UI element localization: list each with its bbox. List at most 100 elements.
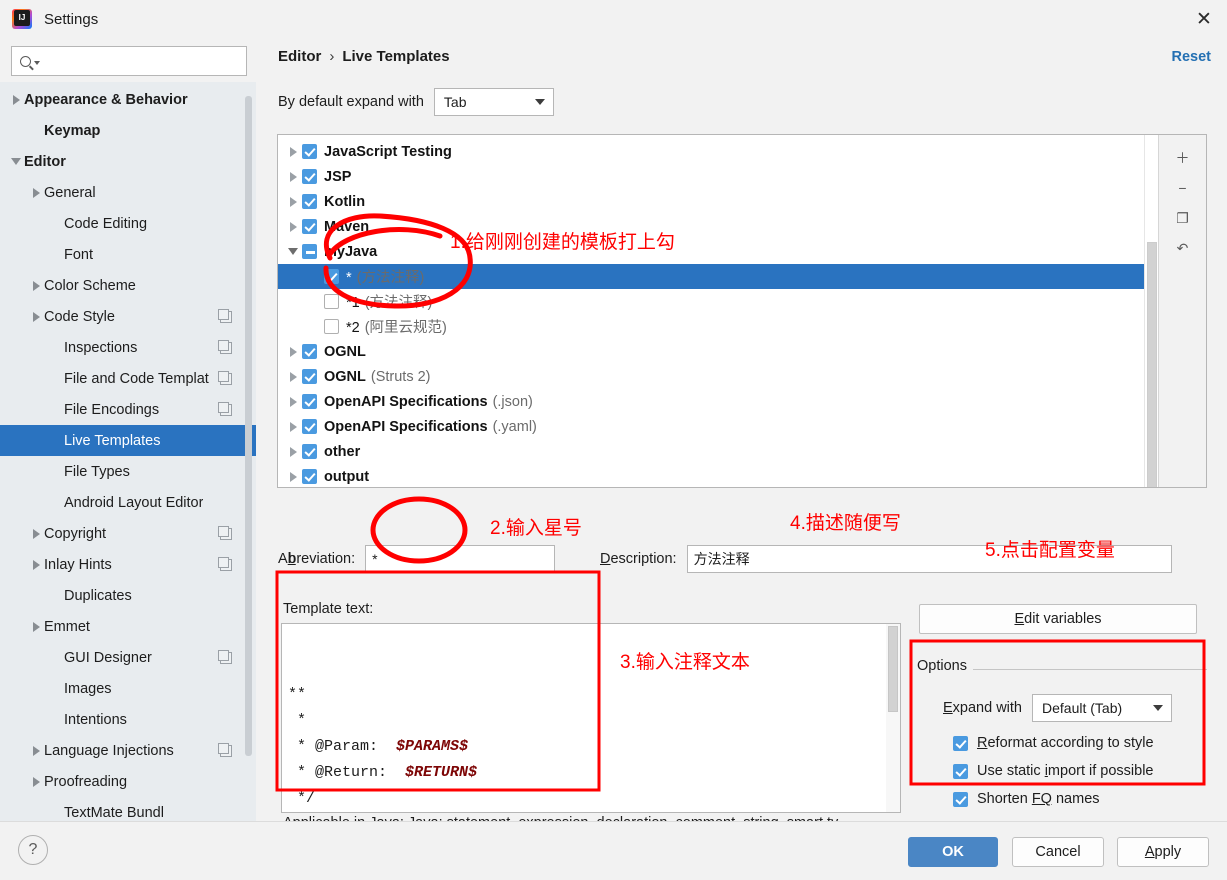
reset-link[interactable]: Reset [1172,49,1212,65]
template-checkbox[interactable] [302,244,317,259]
apply-button[interactable]: Apply [1117,837,1209,867]
sidebar-tree[interactable]: Appearance & Behavior Keymap Editor General… [0,84,256,821]
sidebar-scrollbar[interactable] [245,96,252,756]
sidebar-item-language-injections[interactable]: Language Injections [0,735,256,766]
template-tree-row[interactable]: *2 (阿里云规范) [278,314,1158,339]
templates-scrollbar-thumb[interactable] [1147,242,1157,487]
sidebar-item-file-and-code-templat[interactable]: File and Code Templat [0,363,256,394]
sidebar-item-font[interactable]: Font [0,239,256,270]
chevron-right-icon[interactable] [28,745,44,756]
chevron-right-icon[interactable] [28,621,44,632]
template-checkbox[interactable] [302,469,317,484]
chevron-right-icon[interactable] [284,146,302,157]
template-checkbox[interactable] [324,319,339,334]
close-icon[interactable]: ✕ [1181,0,1227,38]
chevron-right-icon[interactable] [284,346,302,357]
sidebar-item-appearance-behavior[interactable]: Appearance & Behavior [0,84,256,115]
template-checkbox[interactable] [302,419,317,434]
abbreviation-input[interactable]: * [365,545,556,573]
sidebar-item-gui-designer[interactable]: GUI Designer [0,642,256,673]
option-checkbox-row[interactable]: Shorten FQ names [953,791,1100,807]
description-input[interactable]: 方法注释 [686,545,1172,573]
chevron-right-icon[interactable] [8,94,24,105]
template-text-editor[interactable]: ** * * @Param: $PARAMS$ * @Return: $RETU… [281,623,901,813]
sidebar-item-general[interactable]: General [0,177,256,208]
sidebar-item-android-layout-editor[interactable]: Android Layout Editor [0,487,256,518]
sidebar-item-textmate-bundl[interactable]: TextMate Bundl [0,797,256,821]
sidebar-item-file-encodings[interactable]: File Encodings [0,394,256,425]
template-tree-row[interactable]: OpenAPI Specifications (.json) [278,389,1158,414]
chevron-right-icon[interactable] [284,421,302,432]
templates-scrollbar-track[interactable] [1144,135,1158,487]
chevron-right-icon[interactable] [28,311,44,322]
template-tree-row[interactable]: output [278,464,1158,487]
expand-with-select[interactable]: Default (Tab) [1032,694,1172,722]
template-checkbox[interactable] [302,144,317,159]
template-tree-row[interactable]: OGNL (Struts 2) [278,364,1158,389]
template-checkbox[interactable] [324,294,339,309]
sidebar-item-keymap[interactable]: Keymap [0,115,256,146]
template-text-scrollbar-thumb[interactable] [888,626,898,712]
chevron-down-icon[interactable] [8,158,24,165]
sidebar-item-live-templates[interactable]: Live Templates [0,425,256,456]
template-checkbox[interactable] [302,344,317,359]
help-icon[interactable]: ? [18,835,48,865]
revert-icon[interactable]: ↶ [1166,233,1200,263]
option-checkbox-row[interactable]: Reformat according to style [953,735,1154,751]
chevron-right-icon[interactable] [284,396,302,407]
chevron-right-icon[interactable] [284,171,302,182]
edit-variables-button[interactable]: Edit variables [919,604,1197,634]
chevron-down-icon[interactable] [284,248,302,255]
template-checkbox[interactable] [302,169,317,184]
template-tree-row[interactable]: JavaScript Testing [278,139,1158,164]
template-checkbox[interactable] [302,219,317,234]
sidebar-item-file-types[interactable]: File Types [0,456,256,487]
template-tree-row[interactable]: * (方法注释) [278,264,1158,289]
sidebar-item-color-scheme[interactable]: Color Scheme [0,270,256,301]
remove-icon[interactable]: − [1166,173,1200,203]
copy-icon[interactable]: ❐ [1166,203,1200,233]
chevron-right-icon[interactable] [284,446,302,457]
sidebar-item-proofreading[interactable]: Proofreading [0,766,256,797]
chevron-right-icon[interactable] [28,187,44,198]
template-tree-row[interactable]: OGNL [278,339,1158,364]
sidebar-item-inlay-hints[interactable]: Inlay Hints [0,549,256,580]
breadcrumb-parent[interactable]: Editor [278,48,321,65]
template-checkbox[interactable] [302,194,317,209]
template-tree-row[interactable]: *1 (方法注释) [278,289,1158,314]
sidebar-item-code-editing[interactable]: Code Editing [0,208,256,239]
chevron-right-icon[interactable] [284,196,302,207]
template-checkbox[interactable] [302,369,317,384]
add-icon[interactable]: ＋ [1166,143,1200,173]
template-checkbox[interactable] [324,269,339,284]
option-checkbox[interactable] [953,791,968,807]
sidebar-item-code-style[interactable]: Code Style [0,301,256,332]
chevron-right-icon[interactable] [28,776,44,787]
template-checkbox[interactable] [302,394,317,409]
search-input[interactable] [40,52,246,70]
template-tree-row[interactable]: JSP [278,164,1158,189]
sidebar-item-inspections[interactable]: Inspections [0,332,256,363]
option-checkbox[interactable] [953,735,968,751]
template-tree-row[interactable]: other [278,439,1158,464]
chevron-right-icon[interactable] [284,371,302,382]
template-tree-row[interactable]: Maven [278,214,1158,239]
template-tree-row[interactable]: myJava [278,239,1158,264]
default-expand-select[interactable]: Tab [433,88,554,116]
chevron-right-icon[interactable] [284,221,302,232]
chevron-right-icon[interactable] [28,528,44,539]
sidebar-item-emmet[interactable]: Emmet [0,611,256,642]
cancel-button[interactable]: Cancel [1012,837,1104,867]
search-box[interactable] [11,46,247,76]
ok-button[interactable]: OK [908,837,998,867]
template-text-scrollbar-track[interactable] [886,624,900,812]
template-tree-row[interactable]: Kotlin [278,189,1158,214]
template-checkbox[interactable] [302,444,317,459]
sidebar-item-editor[interactable]: Editor [0,146,256,177]
sidebar-item-duplicates[interactable]: Duplicates [0,580,256,611]
chevron-right-icon[interactable] [284,471,302,482]
template-tree-row[interactable]: OpenAPI Specifications (.yaml) [278,414,1158,439]
option-checkbox-row[interactable]: Use static import if possible [953,763,1154,779]
sidebar-item-copyright[interactable]: Copyright [0,518,256,549]
sidebar-item-intentions[interactable]: Intentions [0,704,256,735]
